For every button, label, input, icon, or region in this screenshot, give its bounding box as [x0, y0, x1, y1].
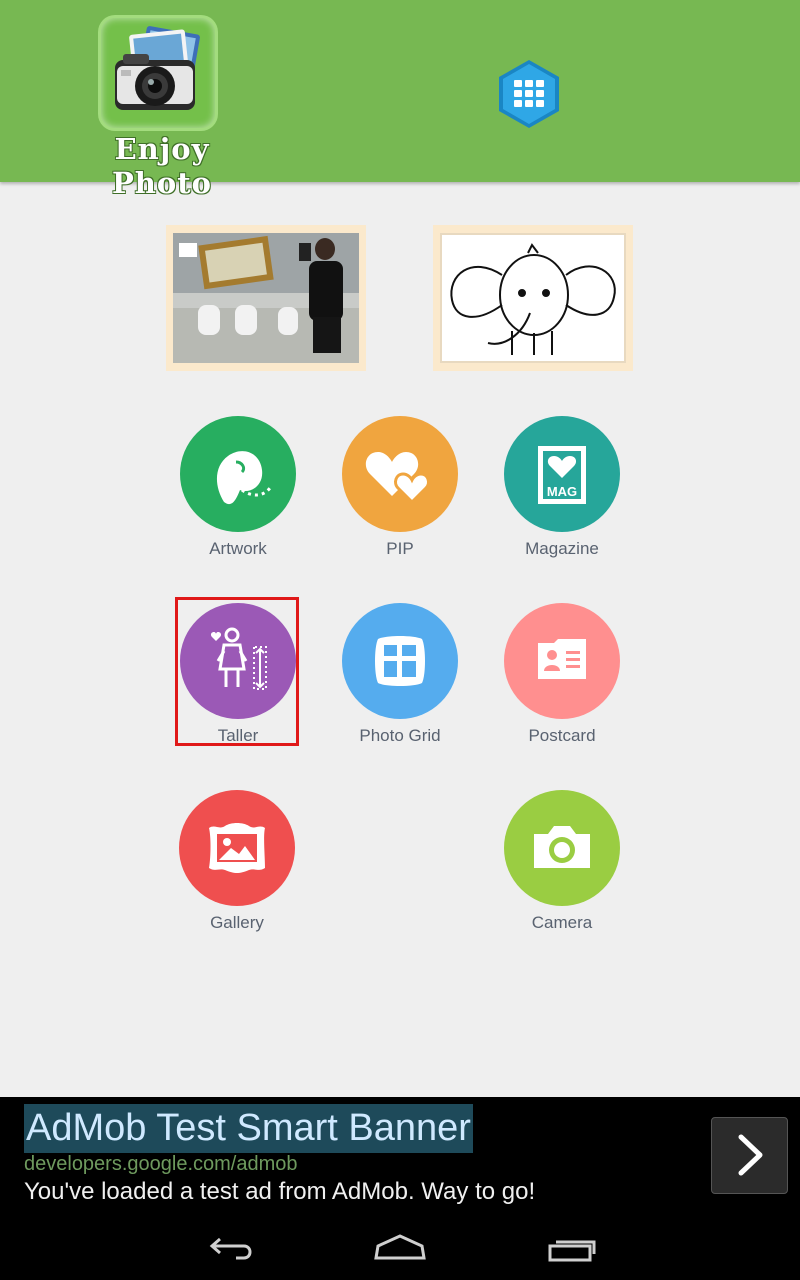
menu-label-camera: Camera: [531, 913, 593, 932]
postcard-button[interactable]: [504, 603, 620, 719]
gallery-icon: [209, 823, 265, 873]
ad-open-button[interactable]: [711, 1117, 788, 1194]
artwork-icon: [216, 451, 272, 505]
ad-banner[interactable]: AdMob Test Smart Banner developers.googl…: [0, 1097, 800, 1210]
camera-icon: [534, 826, 590, 868]
chevron-right-icon: [738, 1134, 763, 1176]
grid-menu-icon[interactable]: [496, 58, 562, 130]
photo-frame-thumbnail[interactable]: [166, 225, 366, 371]
menu-label-magazine: Magazine: [525, 539, 599, 558]
pip-button[interactable]: [342, 416, 458, 532]
menu-item-camera[interactable]: Camera: [482, 790, 642, 940]
recents-icon[interactable]: [542, 1224, 602, 1264]
menu-item-photo-grid[interactable]: Photo Grid: [320, 603, 480, 753]
menu-label-artwork: Artwork: [209, 539, 267, 558]
camera-button[interactable]: [504, 790, 620, 906]
svg-text:MAG: MAG: [547, 484, 577, 499]
menu-label-photo-grid: Photo Grid: [359, 726, 441, 745]
photo-grid-icon: [375, 636, 425, 686]
selected-item-highlight: [175, 597, 299, 746]
magazine-icon: MAG: [538, 446, 586, 504]
elephant-sketch-thumbnail[interactable]: [433, 225, 633, 371]
menu-item-artwork[interactable]: Artwork: [158, 416, 318, 566]
app-header: Enjoy Photo: [0, 0, 800, 200]
photo-frame-preview: [173, 233, 359, 363]
ad-title[interactable]: AdMob Test Smart Banner: [24, 1104, 473, 1153]
ad-url[interactable]: developers.google.com/admob: [24, 1153, 298, 1176]
gallery-button[interactable]: [179, 790, 295, 906]
back-icon[interactable]: [200, 1224, 260, 1264]
menu-item-magazine[interactable]: MAG Magazine: [482, 416, 642, 566]
menu-label-gallery: Gallery: [210, 913, 264, 932]
postcard-icon: [538, 639, 586, 679]
app-logo: [101, 18, 215, 128]
elephant-sketch-preview: [440, 233, 626, 363]
ad-text: You've loaded a test ad from AdMob. Way …: [24, 1178, 536, 1205]
hearts-icon: [365, 452, 430, 505]
menu-item-pip[interactable]: PIP: [320, 416, 480, 566]
menu-label-pip: PIP: [386, 539, 414, 558]
photo-grid-button[interactable]: [342, 603, 458, 719]
magazine-button[interactable]: MAG: [504, 416, 620, 532]
home-icon[interactable]: [370, 1224, 430, 1264]
app-title: Enjoy Photo: [112, 132, 212, 200]
system-navbar: [0, 1210, 800, 1280]
artwork-button[interactable]: [180, 416, 296, 532]
menu-item-gallery[interactable]: Gallery: [157, 790, 317, 940]
menu-item-postcard[interactable]: Postcard: [482, 603, 642, 753]
camera-photos-icon: [115, 26, 200, 110]
menu-label-postcard: Postcard: [528, 726, 596, 745]
